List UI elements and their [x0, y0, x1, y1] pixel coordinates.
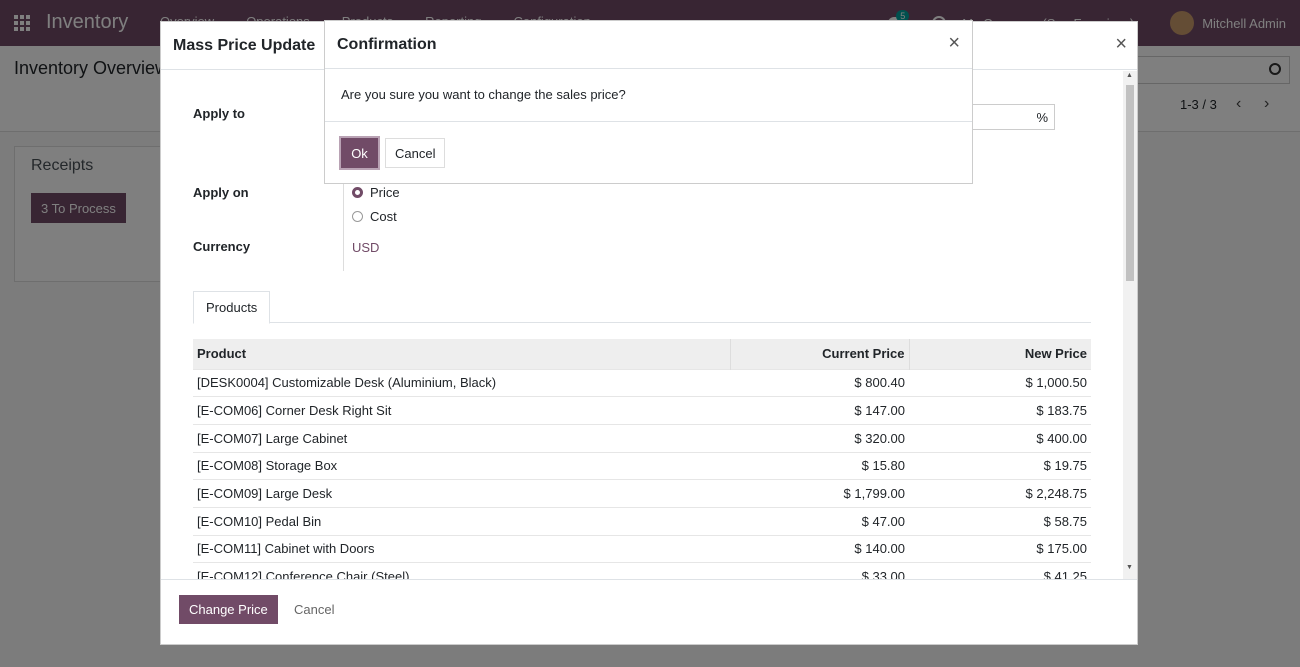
table-row[interactable]: [E-COM08] Storage Box $ 15.80 $ 19.75 [193, 451, 1091, 480]
products-table: Product Current Price New Price [DESK000… [193, 339, 1091, 579]
table-row[interactable]: [E-COM12] Conference Chair (Steel) $ 33.… [193, 562, 1091, 579]
new-price-cell: $ 2,248.75 [909, 479, 1091, 508]
confirmation-header: Confirmation × [325, 21, 972, 69]
current-price-cell: $ 15.80 [730, 451, 909, 480]
radio-label: Price [370, 185, 400, 200]
radio-price[interactable]: Price [352, 185, 400, 200]
current-price-cell: $ 140.00 [730, 534, 909, 563]
current-price-cell: $ 1,799.00 [730, 479, 909, 508]
percentage-input[interactable]: % [971, 104, 1055, 130]
ok-button[interactable]: Ok [341, 138, 378, 168]
new-price-cell: $ 58.75 [909, 506, 1091, 536]
cancel-button[interactable]: Cancel [385, 138, 446, 168]
notebook-tabs: Products [193, 291, 1091, 324]
new-price-cell: $ 400.00 [909, 423, 1091, 453]
current-price-cell: $ 320.00 [730, 423, 909, 453]
product-cell: [DESK0004] Customizable Desk (Aluminium,… [193, 368, 730, 397]
currency-label: Currency [193, 239, 251, 254]
product-cell: [E-COM10] Pedal Bin [193, 506, 730, 536]
dialog-title: Mass Price Update [173, 37, 316, 54]
radio-label: Cost [370, 209, 397, 224]
table-header-row: Product Current Price New Price [193, 339, 1091, 369]
field-divider [343, 177, 344, 271]
new-price-cell: $ 19.75 [909, 451, 1091, 480]
product-cell: [E-COM08] Storage Box [193, 451, 730, 480]
confirmation-title: Confirmation [337, 36, 437, 53]
apply-on-label: Apply on [193, 185, 249, 200]
scrollbar-thumb[interactable] [1126, 85, 1134, 281]
dialog-cancel-button[interactable]: Cancel [294, 602, 334, 617]
apply-to-label: Apply to [193, 106, 245, 121]
product-cell: [E-COM12] Conference Chair (Steel) [193, 562, 730, 579]
current-price-cell: $ 147.00 [730, 396, 909, 425]
new-price-cell: $ 175.00 [909, 534, 1091, 563]
confirmation-message: Are you sure you want to change the sale… [341, 87, 626, 102]
close-icon[interactable]: × [1115, 33, 1127, 56]
new-price-cell: $ 1,000.50 [909, 368, 1091, 397]
new-price-cell: $ 183.75 [909, 396, 1091, 425]
radio-checked-icon[interactable] [352, 187, 363, 198]
scroll-up-arrow-icon[interactable]: ▲ [1126, 72, 1133, 79]
table-row[interactable]: [E-COM06] Corner Desk Right Sit $ 147.00… [193, 396, 1091, 425]
scroll-down-arrow-icon[interactable]: ▼ [1126, 564, 1133, 571]
column-header-new-price[interactable]: New Price [909, 339, 1091, 369]
confirmation-dialog: Confirmation × Are you sure you want to … [324, 20, 973, 184]
product-cell: [E-COM11] Cabinet with Doors [193, 534, 730, 563]
close-icon[interactable]: × [948, 32, 960, 55]
column-header-product[interactable]: Product [193, 339, 731, 369]
radio-cost[interactable]: Cost [352, 209, 397, 224]
product-cell: [E-COM07] Large Cabinet [193, 423, 730, 453]
tab-products[interactable]: Products [193, 291, 271, 324]
table-row[interactable]: [E-COM10] Pedal Bin $ 47.00 $ 58.75 [193, 506, 1091, 536]
current-price-cell: $ 800.40 [730, 368, 909, 397]
column-header-current-price[interactable]: Current Price [730, 339, 910, 369]
dialog-scrollbar[interactable]: ▲ ▼ [1123, 71, 1137, 579]
product-cell: [E-COM09] Large Desk [193, 479, 730, 508]
table-row[interactable]: [E-COM07] Large Cabinet $ 320.00 $ 400.0… [193, 423, 1091, 453]
radio-unchecked-icon[interactable] [352, 211, 363, 222]
table-row[interactable]: [E-COM11] Cabinet with Doors $ 140.00 $ … [193, 534, 1091, 563]
percent-sign: % [1036, 110, 1048, 125]
table-row[interactable]: [DESK0004] Customizable Desk (Aluminium,… [193, 368, 1091, 397]
current-price-cell: $ 33.00 [730, 562, 909, 579]
confirmation-footer: Ok Cancel [325, 121, 972, 183]
new-price-cell: $ 41.25 [909, 562, 1091, 579]
currency-link[interactable]: USD [352, 240, 379, 255]
product-cell: [E-COM06] Corner Desk Right Sit [193, 396, 730, 425]
table-row[interactable]: [E-COM09] Large Desk $ 1,799.00 $ 2,248.… [193, 479, 1091, 508]
current-price-cell: $ 47.00 [730, 506, 909, 536]
change-price-button[interactable]: Change Price [179, 595, 278, 624]
dialog-footer: Change Price Cancel [161, 579, 1137, 644]
